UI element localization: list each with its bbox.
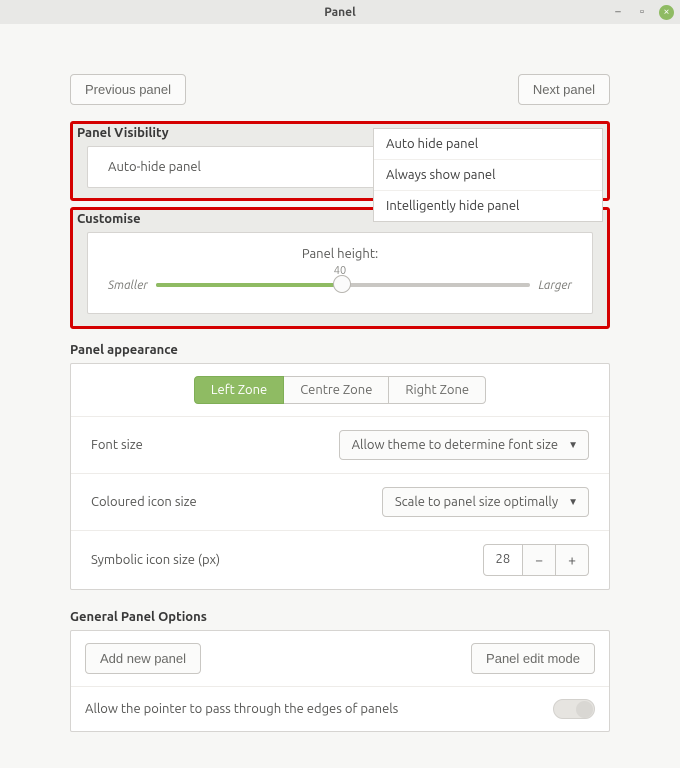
tab-right-zone[interactable]: Right Zone xyxy=(388,376,486,404)
slider-max-label: Larger xyxy=(538,279,572,292)
slider-thumb[interactable] xyxy=(333,275,351,293)
symbolic-icon-stepper: 28 − + xyxy=(483,544,589,576)
pointer-edges-toggle[interactable]: × xyxy=(553,699,595,719)
add-new-panel-button[interactable]: Add new panel xyxy=(85,643,201,674)
window-controls: – ▫ × xyxy=(611,5,674,20)
symbolic-icon-row: Symbolic icon size (px) 28 − + xyxy=(71,531,609,589)
slider-track-fill xyxy=(156,283,343,287)
visibility-option-always-show[interactable]: Always show panel xyxy=(374,159,602,190)
section-header-appearance: Panel appearance xyxy=(70,339,610,363)
coloured-icon-row: Coloured icon size Scale to panel size o… xyxy=(71,474,609,531)
customise-section: Customise Panel height: 40 Smaller Large… xyxy=(70,207,610,329)
tab-centre-zone[interactable]: Centre Zone xyxy=(283,376,389,404)
coloured-icon-dropdown[interactable]: Scale to panel size optimally ▼ xyxy=(382,487,589,517)
visibility-option-auto-hide[interactable]: Auto hide panel xyxy=(374,129,602,159)
font-size-row: Font size Allow theme to determine font … xyxy=(71,417,609,474)
previous-panel-button[interactable]: Previous panel xyxy=(70,74,186,105)
page-body: Previous panel Next panel Panel Visibili… xyxy=(0,24,680,768)
visibility-option-intelligent[interactable]: Intelligently hide panel xyxy=(374,190,602,221)
auto-hide-label: Auto-hide panel xyxy=(108,160,201,174)
visibility-dropdown-menu: Auto hide panel Always show panel Intell… xyxy=(373,128,603,222)
minimize-icon[interactable]: – xyxy=(611,5,625,19)
panel-height-label: Panel height: xyxy=(108,247,572,261)
maximize-icon[interactable]: ▫ xyxy=(635,5,649,19)
next-panel-button[interactable]: Next panel xyxy=(518,74,610,105)
panel-height-slider-row: Smaller Larger xyxy=(108,277,572,293)
section-header-general: General Panel Options xyxy=(70,606,610,630)
chevron-down-icon: ▼ xyxy=(568,439,578,451)
general-button-row: Add new panel Panel edit mode xyxy=(71,631,609,687)
zone-tabs: Left Zone Centre Zone Right Zone xyxy=(71,364,609,417)
appearance-card: Left Zone Centre Zone Right Zone Font si… xyxy=(70,363,610,590)
stepper-plus-button[interactable]: + xyxy=(555,544,589,576)
font-size-dropdown[interactable]: Allow theme to determine font size ▼ xyxy=(339,430,589,460)
panel-height-slider[interactable] xyxy=(156,277,531,293)
symbolic-icon-value[interactable]: 28 xyxy=(483,544,524,576)
panel-edit-mode-button[interactable]: Panel edit mode xyxy=(471,643,595,674)
general-card: Add new panel Panel edit mode Allow the … xyxy=(70,630,610,732)
symbolic-icon-label: Symbolic icon size (px) xyxy=(91,553,220,567)
coloured-icon-value: Scale to panel size optimally xyxy=(395,495,558,509)
panel-visibility-section: Panel Visibility Auto-hide panel Auto hi… xyxy=(70,121,610,201)
close-icon[interactable]: × xyxy=(659,5,674,20)
pointer-edges-label: Allow the pointer to pass through the ed… xyxy=(85,702,398,716)
slider-min-label: Smaller xyxy=(108,279,148,292)
customise-card: Panel height: 40 Smaller Larger xyxy=(87,232,593,314)
panel-nav-row: Previous panel Next panel xyxy=(70,74,610,105)
chevron-down-icon: ▼ xyxy=(568,496,578,508)
tab-left-zone[interactable]: Left Zone xyxy=(194,376,284,404)
titlebar: Panel – ▫ × xyxy=(0,0,680,24)
stepper-minus-button[interactable]: − xyxy=(522,544,556,576)
coloured-icon-label: Coloured icon size xyxy=(91,495,197,509)
pointer-edges-row: Allow the pointer to pass through the ed… xyxy=(71,687,609,731)
font-size-value: Allow theme to determine font size xyxy=(352,438,558,452)
window-title: Panel xyxy=(324,6,355,19)
toggle-knob xyxy=(576,701,593,718)
font-size-label: Font size xyxy=(91,438,143,452)
